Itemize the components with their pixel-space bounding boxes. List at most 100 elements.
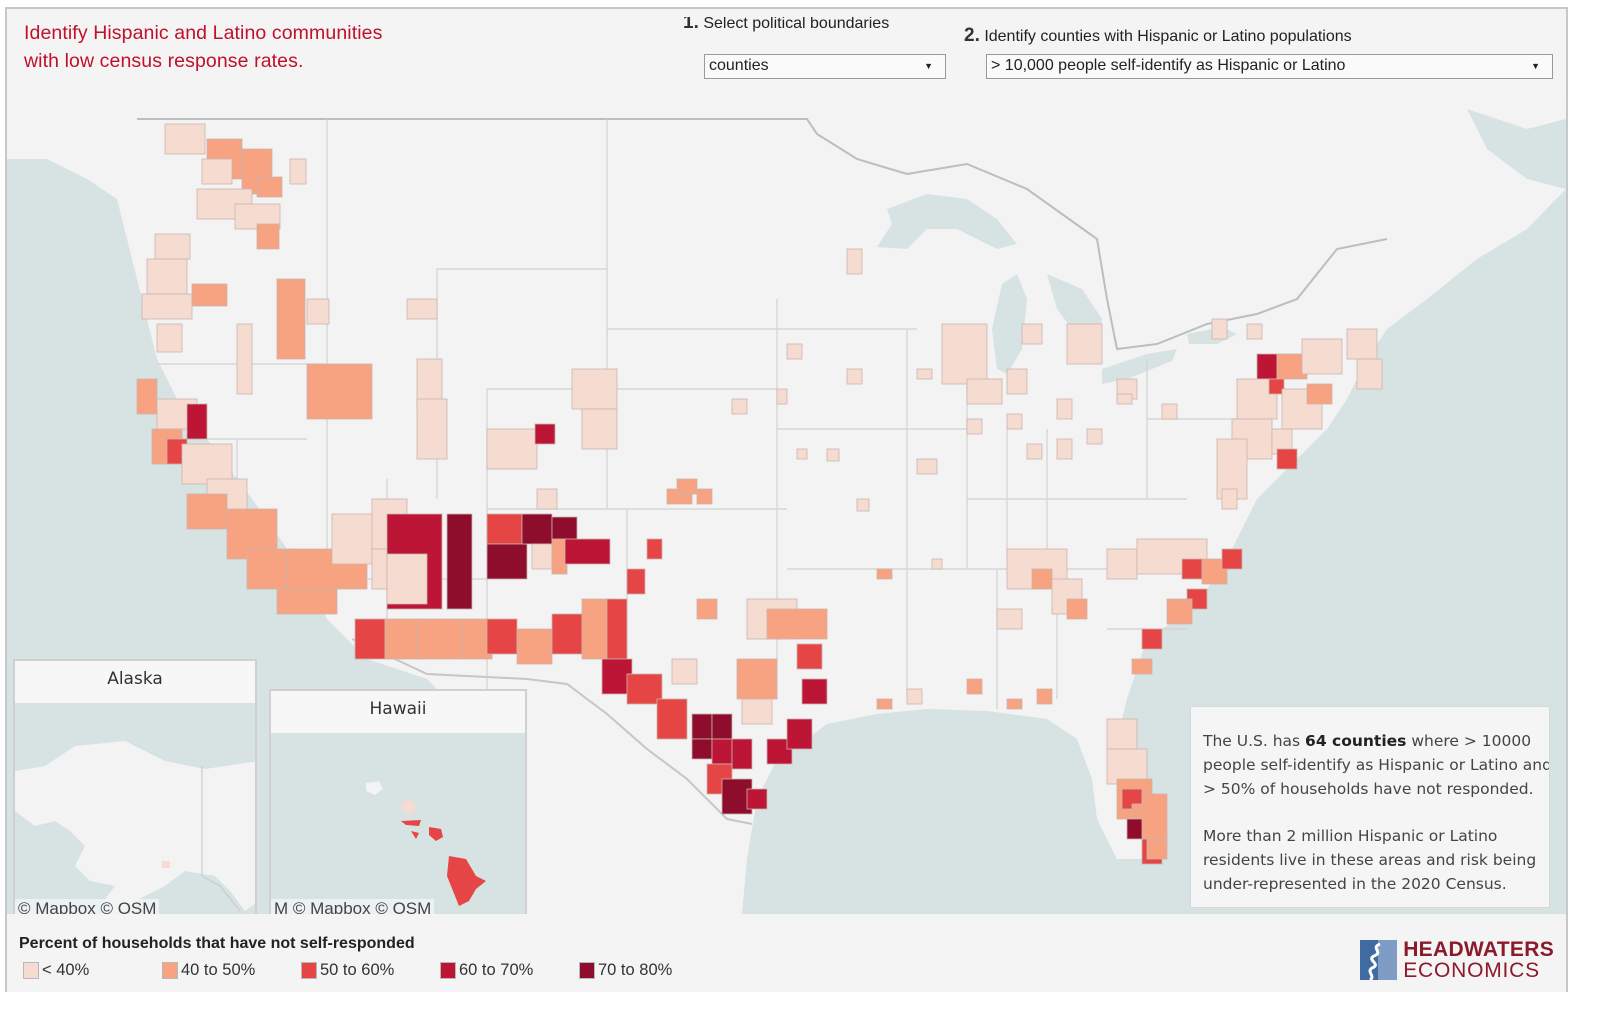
county-patch[interactable] xyxy=(1221,488,1238,510)
county-patch[interactable] xyxy=(186,403,208,440)
county-patch[interactable] xyxy=(1006,368,1028,395)
county-patch[interactable] xyxy=(306,298,330,325)
county-patch[interactable] xyxy=(306,363,373,420)
county-patch[interactable] xyxy=(384,618,421,660)
county-patch[interactable] xyxy=(1056,438,1073,460)
county-patch[interactable] xyxy=(801,678,828,705)
legend-item-60-70[interactable]: 60 to 70% xyxy=(440,961,579,980)
boundary-select[interactable]: counties ▼ xyxy=(704,54,946,79)
county-patch[interactable] xyxy=(406,298,438,320)
county-patch[interactable] xyxy=(1346,328,1378,360)
county-patch[interactable] xyxy=(1246,323,1263,340)
county-patch[interactable] xyxy=(1006,698,1023,710)
county-patch[interactable] xyxy=(1026,443,1043,460)
county-patch[interactable] xyxy=(446,513,473,610)
legend-item-40-50[interactable]: 40 to 50% xyxy=(162,961,301,980)
county-patch[interactable] xyxy=(606,598,628,660)
county-patch[interactable] xyxy=(1356,358,1383,390)
county-patch[interactable] xyxy=(386,553,428,605)
county-patch[interactable] xyxy=(876,568,893,580)
county-patch[interactable] xyxy=(156,323,183,353)
county-patch[interactable] xyxy=(826,448,840,462)
county-patch[interactable] xyxy=(564,538,611,565)
legend-item-70-80[interactable]: 70 to 80% xyxy=(579,961,718,980)
county-patch[interactable] xyxy=(536,488,558,510)
county-patch[interactable] xyxy=(746,788,768,810)
county-patch[interactable] xyxy=(966,678,983,695)
county-patch[interactable] xyxy=(856,498,870,512)
county-patch[interactable] xyxy=(516,628,553,665)
county-patch[interactable] xyxy=(766,608,828,640)
county-patch[interactable] xyxy=(1086,428,1103,445)
county-patch[interactable] xyxy=(256,176,283,198)
county-patch[interactable] xyxy=(1066,598,1088,620)
county-patch[interactable] xyxy=(1031,568,1053,590)
county-patch[interactable] xyxy=(1276,448,1298,470)
county-patch[interactable] xyxy=(906,688,923,705)
county-patch[interactable] xyxy=(551,613,583,655)
county-patch[interactable] xyxy=(796,448,808,460)
county-patch[interactable] xyxy=(846,368,863,385)
county-patch[interactable] xyxy=(671,658,698,685)
county-patch[interactable] xyxy=(236,323,253,395)
legend-item-lt40[interactable]: < 40% xyxy=(23,961,162,980)
county-patch[interactable] xyxy=(786,343,803,360)
county-patch[interactable] xyxy=(486,543,528,580)
county-patch[interactable] xyxy=(186,493,228,530)
county-patch[interactable] xyxy=(276,278,306,360)
county-patch[interactable] xyxy=(786,718,813,750)
county-patch[interactable] xyxy=(691,713,713,740)
county-patch[interactable] xyxy=(1066,323,1103,365)
county-patch[interactable] xyxy=(966,378,1003,405)
county-patch[interactable] xyxy=(1141,793,1168,845)
county-patch[interactable] xyxy=(1256,353,1278,380)
county-patch[interactable] xyxy=(154,233,191,260)
county-patch[interactable] xyxy=(691,738,713,760)
county-patch[interactable] xyxy=(164,123,206,155)
county-patch[interactable] xyxy=(731,738,753,770)
county-patch[interactable] xyxy=(741,698,773,725)
alaska-inset[interactable]: Alaska © Mapbox © OSM xyxy=(13,659,257,914)
county-patch[interactable] xyxy=(1131,658,1153,675)
alaska-attribution[interactable]: © Mapbox © OSM xyxy=(15,899,160,914)
county-patch[interactable] xyxy=(656,698,688,740)
county-patch[interactable] xyxy=(696,488,713,505)
county-patch[interactable] xyxy=(1006,413,1023,430)
county-patch[interactable] xyxy=(256,223,280,250)
county-patch[interactable] xyxy=(996,608,1023,630)
county-patch[interactable] xyxy=(1106,718,1138,750)
legend-item-50-60[interactable]: 50 to 60% xyxy=(301,961,440,980)
county-patch[interactable] xyxy=(534,423,556,445)
county-patch[interactable] xyxy=(289,158,307,185)
county-patch[interactable] xyxy=(551,516,578,543)
hawaii-inset[interactable]: Hawaii M © Mapbox © OSM xyxy=(269,689,527,914)
county-patch[interactable] xyxy=(1181,558,1203,580)
county-patch[interactable] xyxy=(1141,628,1163,650)
county-patch[interactable] xyxy=(876,698,893,710)
county-patch[interactable] xyxy=(486,513,523,545)
county-patch[interactable] xyxy=(776,388,788,405)
county-patch[interactable] xyxy=(486,428,538,470)
county-patch[interactable] xyxy=(731,398,748,415)
county-patch[interactable] xyxy=(1021,323,1043,345)
headwaters-logo[interactable]: HEADWATERS ECONOMICS xyxy=(1360,939,1554,982)
county-patch[interactable] xyxy=(711,713,733,740)
county-patch[interactable] xyxy=(191,283,228,307)
county-patch[interactable] xyxy=(1106,548,1138,580)
county-patch[interactable] xyxy=(1161,403,1178,420)
county-patch[interactable] xyxy=(486,618,518,655)
county-patch[interactable] xyxy=(581,408,618,450)
county-patch[interactable] xyxy=(276,588,338,615)
county-patch[interactable] xyxy=(331,513,378,565)
county-patch[interactable] xyxy=(1146,838,1168,860)
county-patch[interactable] xyxy=(136,378,158,415)
county-patch[interactable] xyxy=(354,618,386,660)
county-patch[interactable] xyxy=(916,368,933,380)
population-filter-select[interactable]: > 10,000 people self-identify as Hispani… xyxy=(986,54,1553,79)
county-patch[interactable] xyxy=(1056,398,1073,420)
county-patch[interactable] xyxy=(181,443,233,485)
county-patch[interactable] xyxy=(201,158,233,185)
county-patch[interactable] xyxy=(1221,548,1243,570)
county-patch[interactable] xyxy=(796,643,823,670)
county-patch[interactable] xyxy=(626,568,646,595)
